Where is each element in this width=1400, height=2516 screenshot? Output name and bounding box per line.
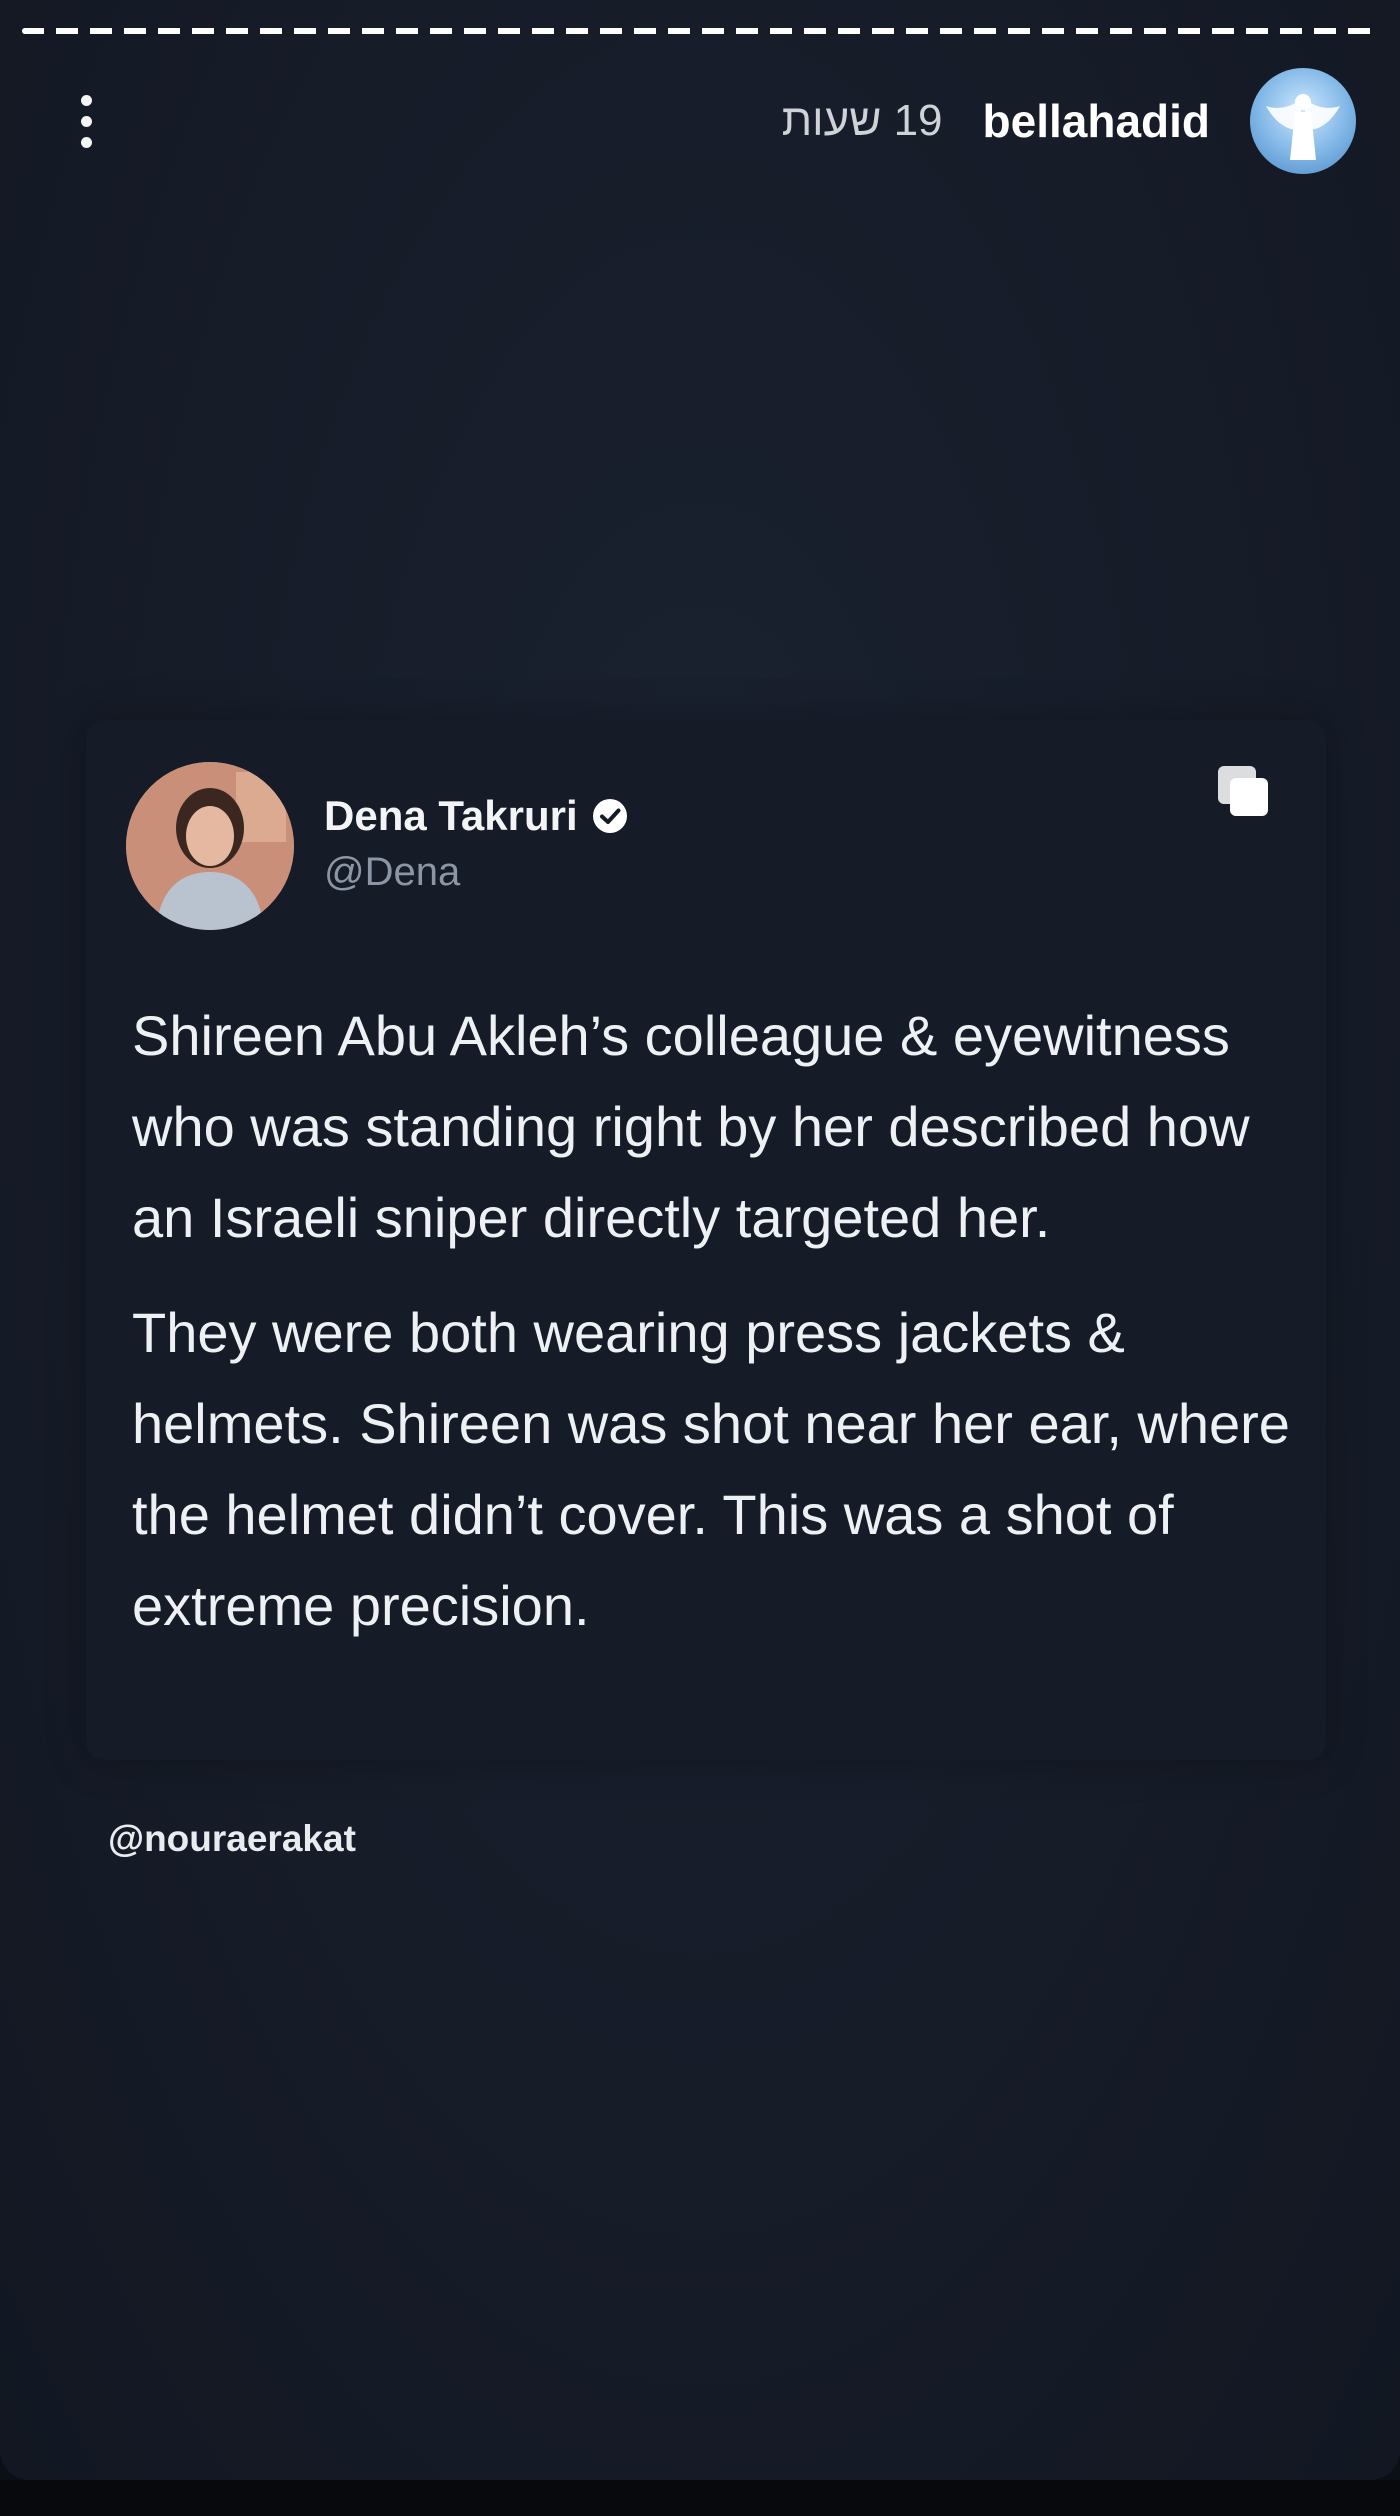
more-vertical-icon-dot	[80, 115, 92, 127]
author-handle[interactable]: @Dena	[324, 850, 460, 895]
story-view: 19 שעות bellahadid Dena Takruri @Dena Sh…	[0, 0, 1400, 2480]
story-progress-fill	[22, 28, 1378, 34]
tweet-paragraph: Shireen Abu Akleh’s colleague & eyewitne…	[132, 1004, 1250, 1249]
angel-icon	[1266, 94, 1340, 160]
tweet-paragraph: They were both wearing press jackets & h…	[132, 1301, 1290, 1637]
tweet-text: Shireen Abu Akleh’s colleague & eyewitne…	[132, 990, 1312, 1675]
story-progress-bar	[22, 28, 1378, 34]
copy-icon[interactable]	[1212, 760, 1276, 824]
author-photo	[126, 762, 294, 930]
verified-badge-icon	[592, 799, 627, 833]
bottom-strip	[0, 2480, 1400, 2516]
author-name[interactable]: Dena Takruri	[324, 792, 578, 840]
more-options-button[interactable]	[56, 86, 116, 156]
profile-avatar[interactable]	[1250, 68, 1356, 174]
author-avatar[interactable]	[126, 762, 294, 930]
author-name-row: Dena Takruri	[324, 792, 630, 840]
story-username[interactable]: bellahadid	[983, 94, 1210, 148]
story-time: 19 שעות	[781, 96, 943, 145]
tweet-card: Dena Takruri @Dena Shireen Abu Akleh’s c…	[86, 720, 1326, 1760]
mention-sticker[interactable]: @nouraerakat	[108, 1818, 356, 1860]
more-vertical-icon-dot	[80, 136, 92, 148]
story-header: 19 שעות bellahadid	[782, 66, 1356, 176]
more-vertical-icon	[80, 94, 92, 106]
